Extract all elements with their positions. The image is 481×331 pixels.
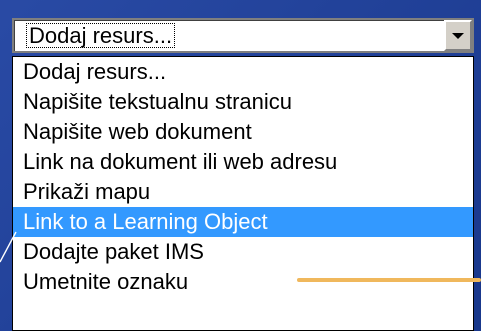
list-item-umetnite-oznaku[interactable]: Umetnite oznaku <box>13 267 473 297</box>
chevron-down-icon <box>452 32 464 39</box>
resource-select[interactable]: Dodaj resurs... <box>12 18 474 53</box>
resource-dropdown-list: Dodaj resurs... Napišite tekstualnu stra… <box>12 56 474 331</box>
list-item-napisite-tekstualnu-stranicu[interactable]: Napišite tekstualnu stranicu <box>13 87 473 117</box>
dropdown-button[interactable] <box>444 20 472 51</box>
list-item-dodajte-paket-ims[interactable]: Dodajte paket IMS <box>13 237 473 267</box>
list-item-prikazi-mapu[interactable]: Prikaži mapu <box>13 177 473 207</box>
list-item-dodaj-resurs[interactable]: Dodaj resurs... <box>13 57 473 87</box>
resource-select-value-text: Dodaj resurs... <box>26 22 176 49</box>
list-item-link-to-learning-object[interactable]: Link to a Learning Object <box>13 207 473 237</box>
list-item-napisite-web-dokument[interactable]: Napišite web dokument <box>13 117 473 147</box>
accent-underline <box>297 278 481 282</box>
list-item-link-na-dokument[interactable]: Link na dokument ili web adresu <box>13 147 473 177</box>
resource-select-value[interactable]: Dodaj resurs... <box>14 20 444 51</box>
